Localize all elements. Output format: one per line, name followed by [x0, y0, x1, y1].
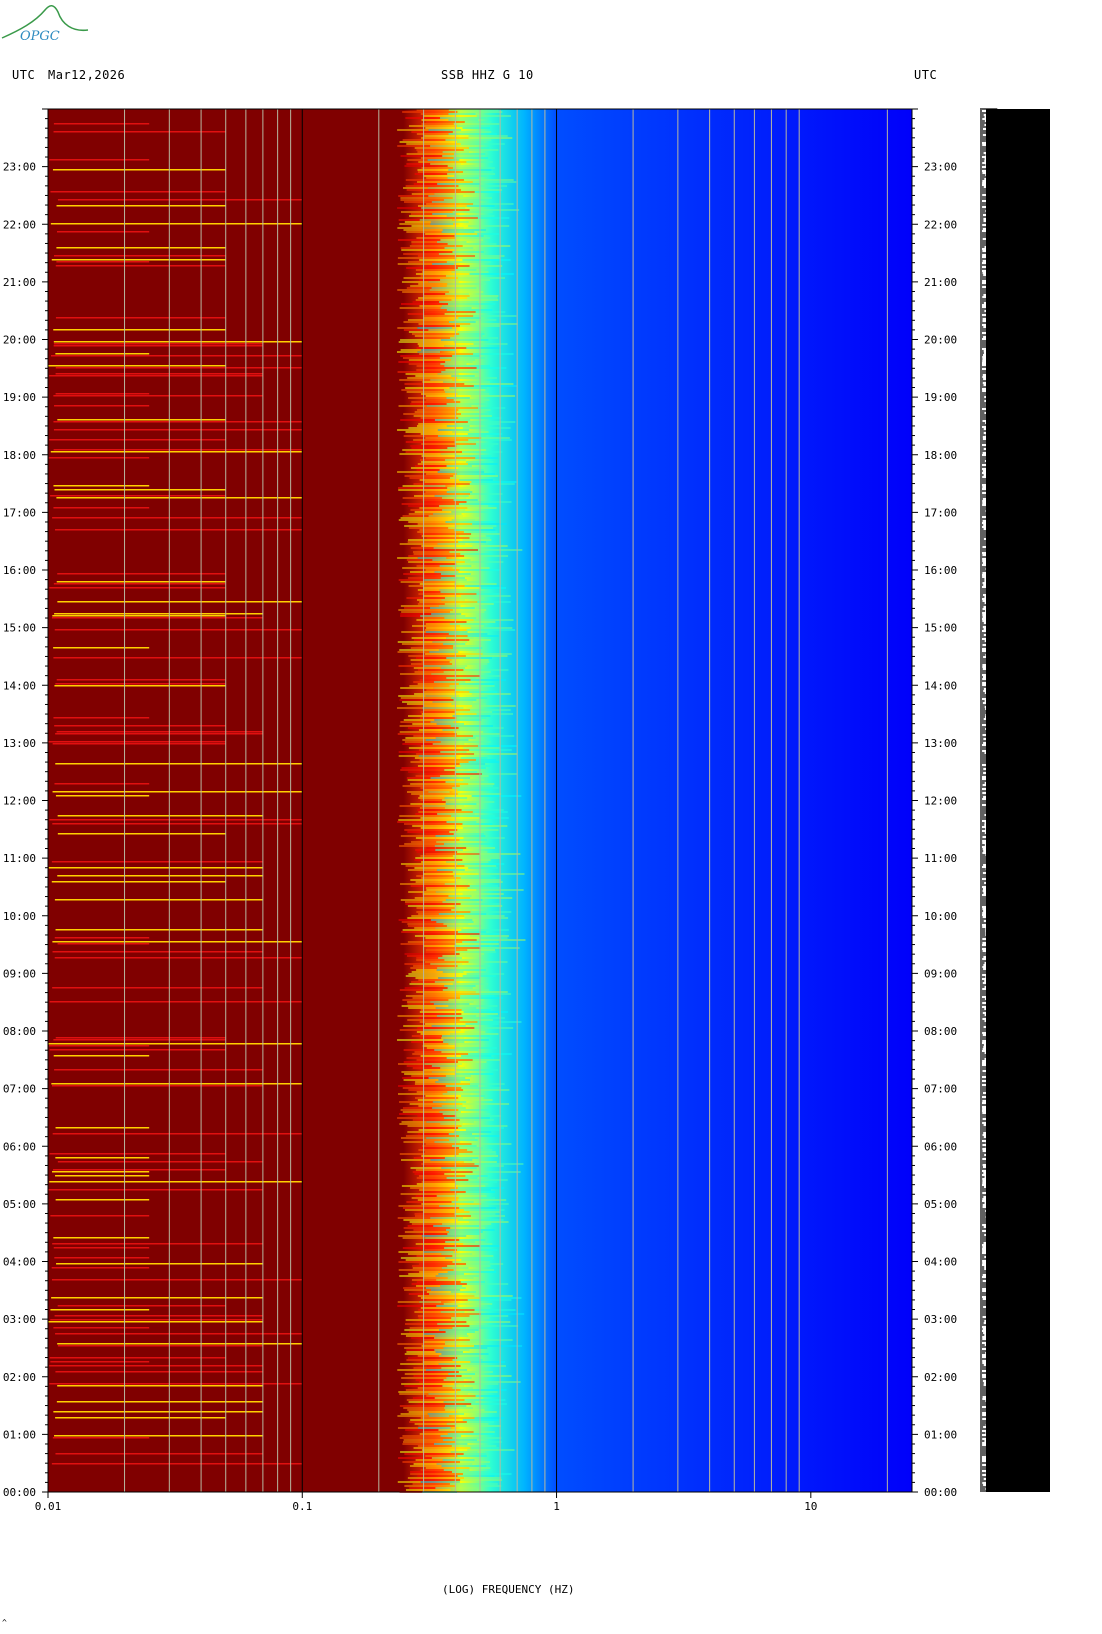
y-tick-label: 03:00 — [3, 1313, 36, 1326]
y-tick-label-right: 18:00 — [924, 449, 957, 462]
y-tick-label: 10:00 — [3, 910, 36, 923]
y-tick-label-right: 02:00 — [924, 1371, 957, 1384]
y-tick-label-right: 04:00 — [924, 1256, 957, 1269]
y-tick-label-right: 13:00 — [924, 737, 957, 750]
y-tick-label: 19:00 — [3, 391, 36, 404]
y-tick-label-right: 06:00 — [924, 1140, 957, 1153]
y-tick-label-right: 03:00 — [924, 1313, 957, 1326]
y-tick-label-right: 22:00 — [924, 218, 957, 231]
y-tick-label: 16:00 — [3, 564, 36, 577]
y-tick-label: 14:00 — [3, 679, 36, 692]
y-tick-label: 01:00 — [3, 1428, 36, 1441]
y-tick-label-right: 17:00 — [924, 506, 957, 519]
y-tick-label-right: 08:00 — [924, 1025, 957, 1038]
y-tick-label-right: 05:00 — [924, 1198, 957, 1211]
y-tick-label: 11:00 — [3, 852, 36, 865]
x-axis-label: (LOG) FREQUENCY (HZ) — [442, 1583, 575, 1596]
y-tick-label: 18:00 — [3, 449, 36, 462]
y-tick-label: 12:00 — [3, 795, 36, 808]
spectrogram-chart: 00:00 01:00 02:00 03:00 04:00 05:00 06:00 07:00… — [3, 108, 1050, 1513]
y-tick-label-right: 15:00 — [924, 622, 957, 635]
y-tick-label-right: 00:00 — [924, 1486, 957, 1499]
y-tick-label: 21:00 — [3, 276, 36, 289]
y-tick-label-right: 10:00 — [924, 910, 957, 923]
x-tick-label: 0.1 — [292, 1500, 312, 1513]
y-tick-label-right: 01:00 — [924, 1428, 957, 1441]
y-tick-label: 09:00 — [3, 967, 36, 980]
y-tick-label-right: 14:00 — [924, 679, 957, 692]
y-tick-label-right: 23:00 — [924, 161, 957, 174]
y-axis-right: 00:00 01:00 02:00 03:00 04:00 05:00 06:00 07:00… — [912, 108, 957, 1499]
y-tick-label-right: 11:00 — [924, 852, 957, 865]
y-tick-label-right: 12:00 — [924, 795, 957, 808]
y-tick-label: 15:00 — [3, 622, 36, 635]
y-tick-label-right: 19:00 — [924, 391, 957, 404]
y-tick-label: 05:00 — [3, 1198, 36, 1211]
y-tick-label: 13:00 — [3, 737, 36, 750]
y-tick-label-right: 09:00 — [924, 967, 957, 980]
y-tick-label: 08:00 — [3, 1025, 36, 1038]
x-tick-label: 1 — [553, 1500, 560, 1513]
x-axis: 0.01 0.1 1 10 — [35, 1492, 817, 1513]
y-tick-label-right: 16:00 — [924, 564, 957, 577]
y-tick-label: 17:00 — [3, 506, 36, 519]
y-tick-label: 02:00 — [3, 1371, 36, 1384]
y-axis-left: 00:00 01:00 02:00 03:00 04:00 05:00 06:00 07:00… — [3, 108, 48, 1499]
y-tick-label-right: 07:00 — [924, 1083, 957, 1096]
y-tick-label-right: 21:00 — [924, 276, 957, 289]
x-tick-label: 0.01 — [35, 1500, 62, 1513]
x-tick-label: 10 — [804, 1500, 817, 1513]
y-tick-label: 20:00 — [3, 334, 36, 347]
y-tick-label-right: 20:00 — [924, 334, 957, 347]
y-tick-label: 07:00 — [3, 1083, 36, 1096]
y-tick-label: 22:00 — [3, 218, 36, 231]
y-tick-label: 00:00 — [3, 1486, 36, 1499]
y-tick-label: 06:00 — [3, 1140, 36, 1153]
seismogram-trace — [980, 108, 1050, 1492]
corner-mark: ^ — [2, 1618, 7, 1627]
y-tick-label: 04:00 — [3, 1256, 36, 1269]
y-tick-label: 23:00 — [3, 161, 36, 174]
